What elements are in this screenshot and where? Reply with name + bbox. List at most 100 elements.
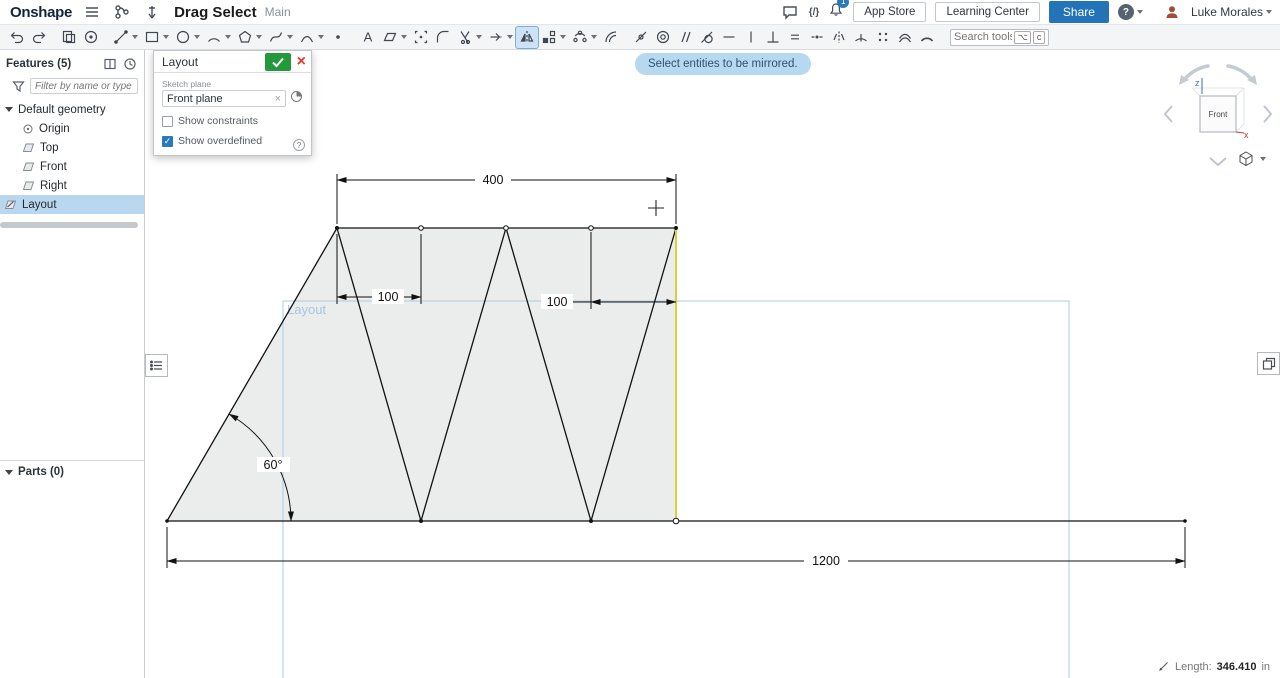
dimension-left-spacing[interactable]: 100: [378, 290, 399, 304]
feature-list-toggle-button[interactable]: [145, 354, 168, 377]
mirror-tool[interactable]: [516, 27, 538, 48]
horizontal-constraint[interactable]: [718, 27, 740, 48]
point-tool[interactable]: [327, 27, 349, 48]
polygon-tool[interactable]: [234, 27, 265, 48]
sketch-vertex[interactable]: [589, 226, 594, 231]
conic-tool[interactable]: [296, 27, 327, 48]
construction-tool[interactable]: [379, 27, 410, 48]
mate-connector-icon[interactable]: [290, 90, 303, 103]
graphics-area[interactable]: Layout 400 100: [145, 50, 1280, 678]
rotate-down-chevron-icon[interactable]: [1210, 158, 1226, 165]
curvature-constraint[interactable]: [894, 27, 916, 48]
learning-center-button[interactable]: Learning Center: [935, 2, 1039, 22]
featurescript-icon[interactable]: {/}: [809, 7, 820, 18]
redo-tool[interactable]: [28, 27, 50, 48]
list-icon: [149, 358, 164, 373]
perpendicular-icon: [765, 29, 781, 45]
copy-sketch-tool[interactable]: [58, 27, 80, 48]
equal-curvature-constraint[interactable]: [916, 27, 938, 48]
perpendicular-constraint[interactable]: [762, 27, 784, 48]
sketch-vertex[interactable]: [589, 519, 593, 523]
text-tool[interactable]: A: [357, 27, 379, 48]
user-menu[interactable]: Luke Morales: [1191, 5, 1272, 19]
dimension-top[interactable]: 400: [483, 173, 504, 187]
comments-icon[interactable]: [780, 2, 800, 22]
cancel-button[interactable]: ×: [294, 55, 309, 69]
sketch-vertex[interactable]: [335, 226, 339, 230]
fix-constraint[interactable]: [872, 27, 894, 48]
versions-icon[interactable]: [112, 2, 132, 22]
dimension-angle[interactable]: 60°: [264, 458, 283, 472]
rotate-right-chevron-icon[interactable]: [1264, 106, 1271, 122]
tree-item-front-plane[interactable]: Front: [0, 157, 144, 176]
share-button[interactable]: Share: [1049, 1, 1109, 23]
coincident-constraint[interactable]: [630, 27, 652, 48]
help-menu[interactable]: ?: [1118, 4, 1143, 20]
circle-tool[interactable]: [172, 27, 203, 48]
cube-icon: [1237, 150, 1255, 168]
parts-header[interactable]: Parts (0): [0, 460, 144, 478]
linear-pattern-icon: [541, 29, 557, 45]
show-constraints-checkbox[interactable]: Show constraints: [162, 115, 303, 127]
sketch-drawing[interactable]: Layout 400 100: [145, 50, 1280, 678]
right-panel-toggle-button[interactable]: [1257, 352, 1280, 375]
sketch-plane-field[interactable]: Front plane ×: [162, 90, 286, 107]
symmetric-constraint[interactable]: [828, 27, 850, 48]
line-tool[interactable]: [110, 27, 141, 48]
sketch-vertex[interactable]: [419, 519, 423, 523]
notifications-bell[interactable]: 1: [828, 2, 844, 23]
rectangle-tool[interactable]: [141, 27, 172, 48]
sketch-vertex[interactable]: [419, 226, 424, 231]
dialog-help-icon[interactable]: ?: [293, 139, 305, 151]
history-icon[interactable]: [122, 56, 138, 72]
tree-item-origin[interactable]: Origin: [0, 119, 144, 138]
app-store-button[interactable]: App Store: [853, 2, 926, 22]
equal-constraint[interactable]: [784, 27, 806, 48]
horizontal-scrollbar[interactable]: [0, 222, 138, 228]
dimension-right-spacing[interactable]: 100: [547, 295, 568, 309]
show-overdefined-checkbox[interactable]: ✓ Show overdefined: [162, 135, 303, 147]
tree-item-layout-sketch[interactable]: Layout: [0, 195, 144, 214]
filter-input[interactable]: [30, 78, 138, 94]
normal-constraint[interactable]: [850, 27, 872, 48]
insert-panel-icon[interactable]: [102, 56, 118, 72]
tangent-constraint[interactable]: [696, 27, 718, 48]
extend-tool[interactable]: [485, 27, 516, 48]
onshape-logo[interactable]: Onshape: [10, 4, 72, 21]
circular-pattern-tool[interactable]: [569, 27, 600, 48]
tree-item-top-plane[interactable]: Top: [0, 138, 144, 157]
parallel-constraint[interactable]: [674, 27, 696, 48]
spline-tool[interactable]: [265, 27, 296, 48]
midpoint-constraint[interactable]: [806, 27, 828, 48]
length-unit: in: [1261, 661, 1270, 673]
tree-item-default-geometry[interactable]: Default geometry: [0, 100, 144, 119]
sketch-vertex[interactable]: [674, 226, 678, 230]
tree-item-right-plane[interactable]: Right: [0, 176, 144, 195]
sketch-vertex[interactable]: [165, 519, 169, 523]
view-options-menu[interactable]: [1237, 150, 1266, 168]
sketch-vertex-open[interactable]: [673, 518, 679, 524]
sketch-vertex[interactable]: [1183, 519, 1187, 523]
rotate-right-arrow-icon[interactable]: [1228, 66, 1252, 80]
hamburger-menu-icon[interactable]: [82, 2, 102, 22]
clear-selection-icon[interactable]: ×: [275, 93, 281, 105]
rotate-left-chevron-icon[interactable]: [1165, 106, 1172, 122]
offset-tool[interactable]: [600, 27, 622, 48]
trim-tool[interactable]: [454, 27, 485, 48]
concentric-constraint[interactable]: [652, 27, 674, 48]
arc-tool[interactable]: [203, 27, 234, 48]
use-project-tool[interactable]: [80, 27, 102, 48]
confirm-button[interactable]: [265, 53, 291, 71]
snap-tool[interactable]: [410, 27, 432, 48]
user-avatar[interactable]: [1162, 2, 1182, 22]
sketch-vertex[interactable]: [504, 226, 509, 231]
fillet-tool[interactable]: [432, 27, 454, 48]
search-tools-input[interactable]: [954, 31, 1012, 43]
units-settings-icon[interactable]: [142, 2, 162, 22]
checkbox-label: Show overdefined: [178, 135, 262, 147]
undo-tool[interactable]: [6, 27, 28, 48]
caret-down-icon[interactable]: [5, 107, 13, 112]
linear-pattern-tool[interactable]: [538, 27, 569, 48]
vertical-constraint[interactable]: [740, 27, 762, 48]
dimension-bottom[interactable]: 1200: [812, 554, 840, 568]
